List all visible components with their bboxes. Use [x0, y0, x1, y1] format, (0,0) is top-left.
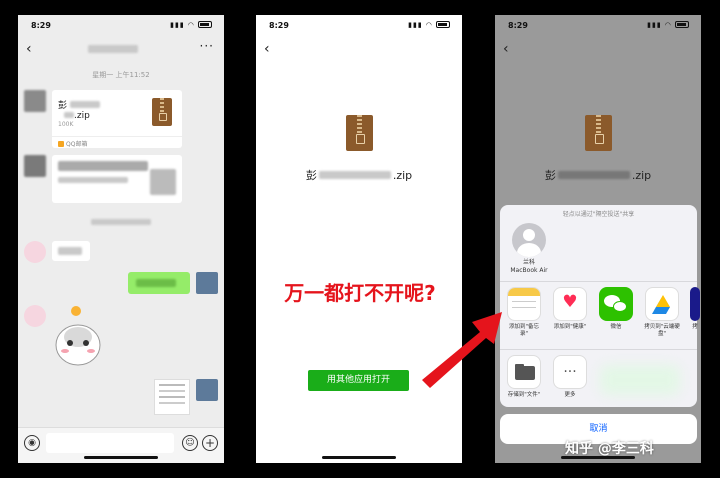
emoji-icon[interactable]: ☺ — [182, 435, 198, 451]
status-bar: 8:29 ▮▮▮ ◠ — [256, 15, 462, 35]
file-name: 彭 .zip — [544, 169, 652, 182]
home-indicator — [322, 456, 396, 459]
chat-timestamp: 星期一 上午11:52 — [92, 71, 150, 79]
file-message[interactable]: 彭 .zip 100K QQ邮箱 — [52, 90, 182, 148]
wechat-icon — [599, 287, 633, 321]
image-message[interactable] — [154, 379, 190, 415]
qqmail-icon — [58, 141, 64, 147]
file-ext: .zip — [74, 111, 90, 121]
battery-icon — [675, 21, 689, 28]
blurred-message[interactable] — [52, 241, 90, 261]
avatar[interactable] — [24, 305, 46, 327]
zip-file-icon — [346, 115, 373, 151]
file-size: 100K — [58, 121, 74, 128]
divider — [500, 281, 697, 282]
back-icon[interactable]: ‹ — [264, 41, 270, 57]
signal-icon: ▮▮▮ ◠ — [170, 21, 212, 29]
airdrop-hint: 轻点以通过"隔空投送"共享 — [562, 211, 635, 218]
red-arrow-annotation — [422, 312, 502, 388]
battery-icon — [198, 21, 212, 28]
file-name: 彭 — [58, 101, 68, 111]
status-bar: 8:29 ▮▮▮ ◠ — [495, 15, 701, 35]
back-icon[interactable]: ‹ — [26, 41, 32, 57]
share-sheet-screen: 8:29 ▮▮▮ ◠ ‹ 彭 .zip 轻点以通过"隔空投送"共享 兰科 MacB… — [495, 15, 701, 463]
avatar[interactable] — [24, 241, 46, 263]
app-google-drive[interactable]: 拷贝到"云端硬盘" — [644, 287, 680, 338]
avatar[interactable] — [24, 155, 46, 177]
preview-navbar: ‹ — [256, 37, 462, 63]
status-bar: 8:29 ▮▮▮ ◠ — [18, 15, 224, 35]
app-icon — [690, 287, 700, 321]
message-input[interactable] — [46, 433, 174, 453]
chat-screen: 8:29 ▮▮▮ ◠ ‹ ··· 星期一 上午11:52 彭 .zip 100K… — [18, 15, 224, 463]
drive-icon — [645, 287, 679, 321]
chat-title — [88, 45, 138, 55]
action-more[interactable]: ··· 更多 — [552, 355, 588, 399]
app-health[interactable]: ♥ 添加到"健康" — [552, 287, 588, 331]
app-wechat[interactable]: 微信 — [598, 287, 634, 331]
app-partial[interactable]: 拷 — [690, 287, 700, 331]
airdrop-contact-name: 兰科 — [522, 259, 535, 266]
voice-icon[interactable]: ◉ — [24, 435, 40, 451]
status-time: 8:29 — [508, 21, 528, 30]
cat-sticker[interactable] — [54, 305, 104, 371]
signal-icon: ▮▮▮ ◠ — [647, 21, 689, 29]
health-icon: ♥ — [553, 287, 587, 321]
watermark: 知乎 @李三科 — [565, 441, 654, 457]
file-name: 彭 .zip — [305, 169, 413, 182]
more-icon[interactable]: ··· — [200, 39, 214, 53]
airdrop-contact-icon[interactable] — [512, 223, 546, 257]
file-source: QQ邮箱 — [66, 141, 88, 148]
avatar[interactable] — [196, 379, 218, 401]
preview-navbar: ‹ — [495, 37, 701, 63]
blurred-timestamp — [18, 219, 224, 227]
sent-message[interactable] — [128, 272, 190, 294]
battery-icon — [436, 21, 450, 28]
signal-icon: ▮▮▮ ◠ — [408, 21, 450, 29]
blurred-area — [600, 365, 680, 395]
status-time: 8:29 — [31, 21, 51, 30]
zip-file-icon — [585, 115, 612, 151]
blurred-message[interactable] — [52, 155, 182, 203]
home-indicator — [84, 456, 158, 459]
file-preview-screen: 8:29 ▮▮▮ ◠ ‹ 彭 .zip 万一都打不开呢? 用其他应用打开 — [256, 15, 462, 463]
chat-navbar: ‹ ··· — [18, 37, 224, 63]
avatar[interactable] — [196, 272, 218, 294]
plus-icon[interactable]: + — [202, 435, 218, 451]
zip-file-icon — [152, 98, 172, 126]
back-icon[interactable]: ‹ — [503, 41, 509, 57]
more-icon: ··· — [553, 355, 587, 389]
open-with-other-app-button[interactable]: 用其他应用打开 — [308, 370, 409, 391]
airdrop-device-name: MacBook Air — [510, 267, 548, 274]
status-time: 8:29 — [269, 21, 289, 30]
avatar[interactable] — [24, 90, 46, 112]
